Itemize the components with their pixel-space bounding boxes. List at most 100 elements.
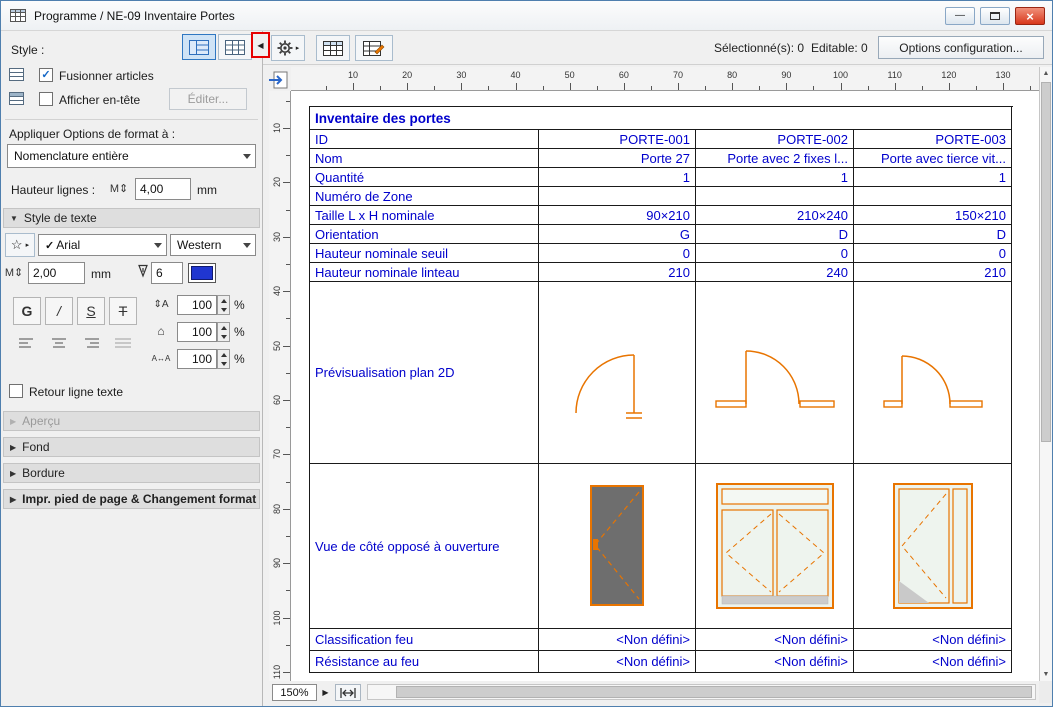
pen-icon [135, 264, 151, 278]
schedule-cell[interactable]: D [696, 225, 854, 244]
char-spacing-input[interactable] [177, 349, 217, 369]
wrap-text-checkbox[interactable] [9, 384, 23, 398]
pen-color-swatch[interactable] [188, 263, 216, 283]
section-background[interactable]: ▶ Fond [3, 437, 260, 457]
align-center-button[interactable] [46, 333, 72, 353]
bold-button[interactable]: G [13, 297, 41, 325]
door-plan-preview-2[interactable] [696, 282, 854, 464]
schedule-cell[interactable]: PORTE-001 [539, 130, 696, 149]
strikethrough-button[interactable]: T [109, 297, 137, 325]
horizontal-scrollbar-thumb[interactable] [396, 686, 1032, 698]
underline-button[interactable]: S [77, 297, 105, 325]
section-text-style[interactable]: ▼ Style de texte [3, 208, 260, 228]
schedule-cell[interactable]: 90×210 [539, 206, 696, 225]
schedule-cell[interactable]: 0 [539, 244, 696, 263]
schedule-cell[interactable]: D [854, 225, 1012, 244]
schedule-cell[interactable]: PORTE-002 [696, 130, 854, 149]
schedule-cell[interactable]: PORTE-003 [854, 130, 1012, 149]
schedule-cell[interactable]: <Non défini> [696, 629, 854, 651]
schedule-edit-button[interactable] [355, 35, 393, 61]
minimize-button[interactable]: — [945, 7, 975, 25]
schedule-cell[interactable]: 0 [854, 244, 1012, 263]
schedule-cell[interactable]: G [539, 225, 696, 244]
schedule-toolbar: ▸ Sélectionné(s): 0 Editable: 0 Options … [263, 31, 1052, 65]
titlebar[interactable]: Programme / NE-09 Inventaire Portes — × [1, 1, 1052, 31]
close-button[interactable]: × [1015, 7, 1045, 25]
panel-collapse-button[interactable]: ◀ [254, 35, 267, 55]
schedule-cell[interactable]: <Non défini> [854, 629, 1012, 651]
schedule-cell[interactable]: 210×240 [696, 206, 854, 225]
zoom-level-button[interactable]: 150% [272, 684, 317, 701]
door-elevation-3[interactable] [854, 464, 1012, 629]
style-view-grid-button[interactable] [218, 34, 252, 60]
table-row: Nom Porte 27 Porte avec 2 fixes l... Por… [310, 149, 1013, 168]
text-size-input[interactable] [28, 262, 85, 284]
section-preview: ▶ Aperçu [3, 411, 260, 431]
font-family-dropdown[interactable]: ✓ Arial [38, 234, 167, 256]
line-spacing-stepper[interactable] [217, 295, 230, 315]
style-view-merged-button[interactable] [182, 34, 216, 60]
schedule-cell[interactable]: Porte 27 [539, 149, 696, 168]
schedule-cell[interactable]: 1 [539, 168, 696, 187]
italic-button[interactable]: / [45, 297, 73, 325]
chevron-down-icon [150, 239, 166, 252]
align-justify-icon [115, 337, 131, 349]
font-script-dropdown[interactable]: Western [170, 234, 256, 256]
align-right-button[interactable] [78, 333, 104, 353]
schedule-cell[interactable]: 240 [696, 263, 854, 282]
show-header-checkbox[interactable] [39, 92, 53, 106]
favorites-button[interactable]: ☆ ▸ [5, 233, 35, 257]
schedule-cell[interactable]: Porte avec 2 fixes l... [696, 149, 854, 168]
char-spacing-stepper[interactable] [217, 349, 230, 369]
width-factor-input[interactable] [177, 322, 217, 342]
schedule-cell[interactable]: 1 [854, 168, 1012, 187]
scroll-up-button[interactable]: ▲ [1040, 67, 1052, 80]
door-plan-preview-1[interactable] [539, 282, 696, 464]
schedule-cell[interactable]: 210 [539, 263, 696, 282]
vertical-scrollbar[interactable]: ▲ ▼ [1039, 67, 1052, 681]
schedule-cell[interactable] [696, 187, 854, 206]
ruler-horizontal: 102030405060708090100110120130 [291, 67, 1041, 91]
merge-items-checkbox[interactable]: ✓ [39, 68, 53, 82]
schedule-main: ▸ Sélectionné(s): 0 Editable: 0 Options … [263, 31, 1052, 706]
section-label: Impr. pied de page & Changement format [22, 492, 256, 506]
schedule-cell[interactable]: 0 [696, 244, 854, 263]
maximize-button[interactable] [980, 7, 1010, 25]
schedule-cell[interactable]: <Non défini> [539, 629, 696, 651]
schedule-scheme-button[interactable] [316, 35, 350, 61]
door-elevation-2[interactable] [696, 464, 854, 629]
pen-number-input[interactable] [151, 262, 183, 284]
page-setup-icon[interactable] [267, 69, 291, 91]
scheme-options-button[interactable]: Options configuration... [878, 36, 1044, 59]
apply-format-dropdown[interactable]: Nomenclature entière [7, 144, 256, 168]
zoom-flyout-button[interactable]: ▶ [319, 684, 332, 701]
scroll-down-button[interactable]: ▼ [1040, 668, 1052, 681]
schedule-cell[interactable]: 210 [854, 263, 1012, 282]
section-print-footer[interactable]: ▶ Impr. pied de page & Changement format [3, 489, 260, 509]
scroll-up-icon: ▲ [1043, 70, 1050, 77]
horizontal-scrollbar[interactable] [367, 684, 1036, 700]
edit-header-button[interactable]: Éditer... [169, 88, 247, 110]
align-left-button[interactable] [14, 333, 40, 353]
row-height-input[interactable] [135, 178, 191, 200]
schedule-cell[interactable] [539, 187, 696, 206]
fit-width-button[interactable] [335, 684, 361, 701]
schedule-cell[interactable]: <Non défini> [696, 651, 854, 673]
section-border[interactable]: ▶ Bordure [3, 463, 260, 483]
row-label: Taille L x H nominale [310, 206, 539, 225]
door-plan-preview-3[interactable] [854, 282, 1012, 464]
schedule-cell[interactable] [854, 187, 1012, 206]
schedule-canvas[interactable]: Inventaire des portes ID PORTE-001 PORTE… [291, 91, 1041, 681]
line-spacing-input[interactable] [177, 295, 217, 315]
schedule-cell[interactable]: <Non défini> [539, 651, 696, 673]
schedule-cell[interactable]: <Non défini> [854, 651, 1012, 673]
settings-flyout-button[interactable]: ▸ [271, 35, 305, 61]
vertical-scrollbar-thumb[interactable] [1041, 82, 1051, 442]
schedule-cell[interactable]: 1 [696, 168, 854, 187]
schedule-cell[interactable]: 150×210 [854, 206, 1012, 225]
width-factor-stepper[interactable] [217, 322, 230, 342]
door-elevation-1[interactable] [539, 464, 696, 629]
align-justify-button[interactable] [110, 333, 136, 353]
chevron-down-icon [239, 150, 255, 163]
schedule-cell[interactable]: Porte avec tierce vit... [854, 149, 1012, 168]
